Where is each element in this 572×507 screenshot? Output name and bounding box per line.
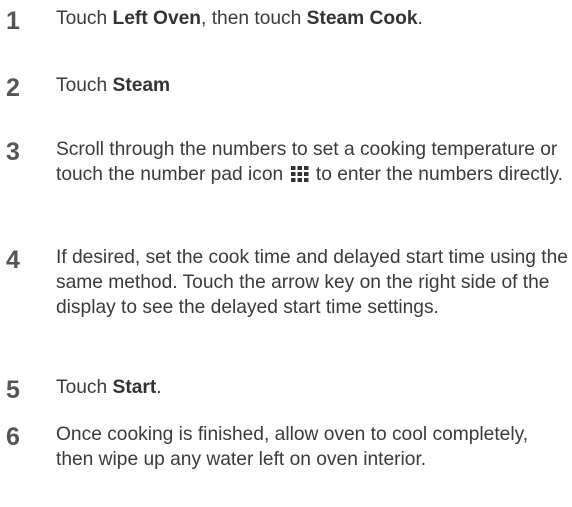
number-pad-icon xyxy=(290,166,309,182)
ui-term-steam: Steam xyxy=(112,75,171,96)
step-text: If desired, set the cook time and delaye… xyxy=(56,247,568,318)
step-text: Once cooking is finished, allow oven to … xyxy=(56,424,529,470)
step-text: Touch Start. xyxy=(56,377,162,398)
step-text: Touch Steam xyxy=(56,75,171,96)
ui-term-left-oven: Left Oven xyxy=(112,8,202,29)
step-number: 6 xyxy=(6,423,20,451)
step-text: Scroll through the numbers to set a cook… xyxy=(56,139,563,185)
ui-term-start: Start xyxy=(112,377,157,398)
step-number: 4 xyxy=(6,246,20,274)
ui-term-steam-cook: Steam Cook xyxy=(306,8,418,29)
step-number: 3 xyxy=(6,138,20,166)
step-number: 2 xyxy=(6,74,20,102)
instruction-steps: 1 Touch Left Oven, then touch Steam Cook… xyxy=(0,0,572,507)
step-text: Touch Left Oven, then touch Steam Cook. xyxy=(56,8,423,29)
step-number: 1 xyxy=(6,7,20,35)
step-number: 5 xyxy=(6,376,20,404)
